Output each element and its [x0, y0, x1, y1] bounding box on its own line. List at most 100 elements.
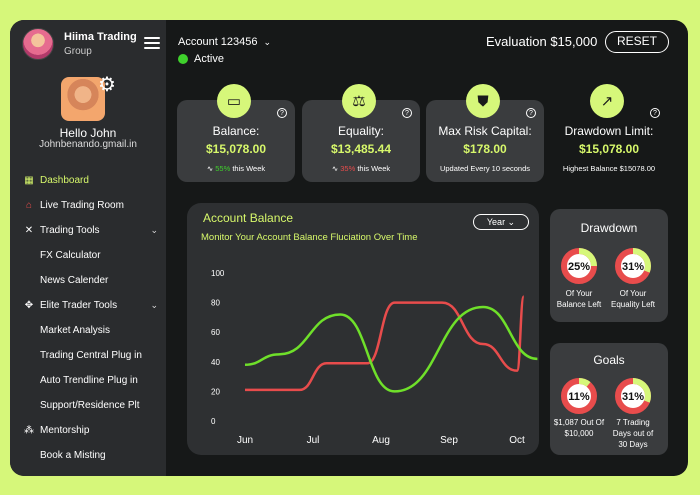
sidebar-item-book-a-misting[interactable]: Book a Misting: [22, 443, 162, 468]
year-dropdown[interactable]: Year ⌄: [473, 214, 529, 230]
stat-footnote-text: Updated Every 10 seconds: [439, 164, 531, 173]
sidebar-item-live-trading-room[interactable]: ⌂ Live Trading Room: [22, 193, 162, 218]
stat-footnote-text: Highest Balance $15078.00: [562, 164, 656, 173]
info-icon[interactable]: ?: [650, 108, 660, 118]
sidebar-item-label: Support/Residence Plt: [40, 400, 140, 411]
ring-caption-line: Of Your: [565, 289, 593, 298]
ring-caption: $1,087 Out Of $10,000: [548, 418, 610, 440]
dashboard-app: Hiima Trading Group ⚙ Hello John Johnben…: [10, 20, 688, 476]
sidebar-item-label: Auto Trendline Plug in: [40, 375, 138, 386]
goals-title: Goals: [593, 353, 625, 367]
sidebar-item-news-calender[interactable]: News Calender: [22, 268, 162, 293]
chevron-down-icon[interactable]: ⌄: [150, 300, 158, 311]
sidebar-item-support-residence-plt[interactable]: Support/Residence Plt: [22, 393, 162, 418]
stat-footnote: ∿ 55% this Week: [177, 164, 295, 173]
profile-greeting: Hello John: [59, 126, 117, 140]
ring-percent: 11%: [568, 391, 590, 403]
ring-caption-line: Days out of: [612, 428, 654, 438]
info-icon[interactable]: ?: [402, 108, 412, 118]
ring-caption-line: 7 Trading: [616, 418, 650, 427]
chevron-down-icon[interactable]: ⌄: [150, 225, 158, 236]
ring-caption-line: Balance Left: [556, 299, 602, 309]
stat-value: $13,485.44: [330, 142, 392, 156]
reset-button[interactable]: RESET: [605, 31, 669, 53]
pulse-icon: ∿: [331, 164, 341, 173]
x-tick-label: Jun: [237, 435, 253, 446]
stat-label: Drawdown Limit:: [564, 124, 654, 138]
sidebar-item-label: Live Trading Room: [40, 200, 124, 211]
stat-change: 55%: [215, 164, 231, 173]
info-icon[interactable]: ?: [526, 108, 536, 118]
status-label: Active: [194, 53, 224, 65]
y-tick-label: 40: [211, 358, 220, 367]
sidebar-item-label: Trading Tools: [40, 225, 100, 236]
sidebar-item-label: Trading Central Plug in: [40, 350, 142, 361]
chart-subtitle: Monitor Your Account Balance Fluciation …: [201, 232, 418, 243]
progress-ring: 11%: [560, 377, 598, 415]
y-tick-label: 20: [211, 387, 220, 396]
stat-card: ↗? Drawdown Limit: $15,078.00 Highest Balan…: [550, 84, 668, 182]
sidebar-item-fx-calculator[interactable]: FX Calculator: [22, 243, 162, 268]
y-tick-label: 100: [211, 269, 225, 278]
account-status: Active: [178, 53, 224, 65]
ring-percent: 25%: [568, 261, 590, 273]
stat-value: $178.00: [463, 142, 507, 156]
y-tick-label: 80: [211, 299, 220, 308]
sidebar-item-label: News Calender: [40, 275, 109, 286]
stat-card: ▭? Balance: $15,078.00 ∿ 55% this Week: [177, 84, 295, 182]
evaluation-label: Evaluation $15,000: [486, 34, 598, 49]
ring-percent: 31%: [622, 391, 644, 403]
brand[interactable]: Hiima Trading Group: [22, 28, 137, 60]
account-label: Account 123456: [178, 36, 258, 48]
x-tick-label: Sep: [440, 435, 458, 446]
x-tick-label: Jul: [307, 435, 320, 446]
sidebar-item-mentorship[interactable]: ⁂ Mentorship: [22, 418, 162, 443]
stat-footnote-text: this Week: [355, 164, 391, 173]
scale-icon: ⚖: [342, 84, 376, 118]
y-tick-label: 60: [211, 328, 220, 337]
sidebar: Hiima Trading Group ⚙ Hello John Johnben…: [10, 20, 166, 476]
chart-title: Account Balance: [203, 211, 294, 225]
drawdown-title: Drawdown: [580, 221, 638, 235]
stat-footnote: Highest Balance $15078.00: [550, 164, 668, 173]
users-icon: ⁂: [24, 425, 34, 436]
ring-caption-line: $10,000: [564, 428, 594, 438]
account-selector[interactable]: Account 123456 ⌄: [178, 36, 271, 48]
stat-value: $15,078.00: [205, 142, 267, 156]
progress-ring: 31%: [614, 377, 652, 415]
status-dot-icon: [178, 54, 188, 64]
ring-percent: 31%: [622, 261, 644, 273]
info-icon[interactable]: ?: [277, 108, 287, 118]
sidebar-item-dashboard[interactable]: ▦ Dashboard: [22, 168, 162, 193]
brand-name: Hiima Trading: [64, 31, 137, 44]
gear-icon[interactable]: ⚙: [98, 75, 116, 95]
ring-caption-line: $1,087 Out Of: [553, 418, 605, 427]
sidebar-item-elite-trader-tools[interactable]: ✥ Elite Trader Tools ⌄: [22, 293, 162, 318]
ring-caption-line: Of Your: [619, 289, 647, 298]
wallet-icon: ▭: [217, 84, 251, 118]
menu-icon[interactable]: [144, 37, 160, 49]
ring-caption: Of Your Balance Left: [548, 289, 610, 311]
y-tick-label: 0: [211, 417, 216, 426]
progress-ring: 31%: [614, 247, 652, 285]
sidebar-item-market-analysis[interactable]: Market Analysis: [22, 318, 162, 343]
chevron-down-icon: ⌄: [263, 37, 272, 47]
stat-card: ⛊? Max Risk Capital: $178.00 Updated Every …: [426, 84, 544, 182]
account-balance-card: 0 20 40 60 80 100 Jun Jul Aug Sep Oct Account Bala…: [187, 203, 539, 455]
dashboard-icon: ▦: [24, 175, 34, 186]
sidebar-item-label: Elite Trader Tools: [40, 300, 118, 311]
sidebar-item-trading-tools[interactable]: ✕ Trading Tools ⌄: [22, 218, 162, 243]
stat-footnote-text: this Week: [230, 164, 266, 173]
profile-email: Johnbenando.gmail.in: [39, 139, 137, 150]
goals-card: Goals 11% $1,087 Out Of $10,000 31% 7 Tradin…: [550, 343, 668, 455]
stat-card: ⚖? Equality: $13,485.44 ∿ 35% this Week: [302, 84, 420, 182]
brand-avatar: [22, 28, 54, 60]
sidebar-item-auto-trendline-plug-in[interactable]: Auto Trendline Plug in: [22, 368, 162, 393]
sidebar-item-trading-central-plug-in[interactable]: Trading Central Plug in: [22, 343, 162, 368]
shield-icon: ⛊: [466, 84, 500, 118]
sidebar-item-label: Market Analysis: [40, 325, 111, 336]
stat-label: Balance:: [212, 124, 260, 138]
x-tick-label: Oct: [509, 435, 525, 446]
ring-caption: Of Your Equality Left: [602, 289, 664, 311]
sidebar-nav: ▦ Dashboard ⌂ Live Trading Room ✕ Trading Too…: [22, 168, 162, 468]
